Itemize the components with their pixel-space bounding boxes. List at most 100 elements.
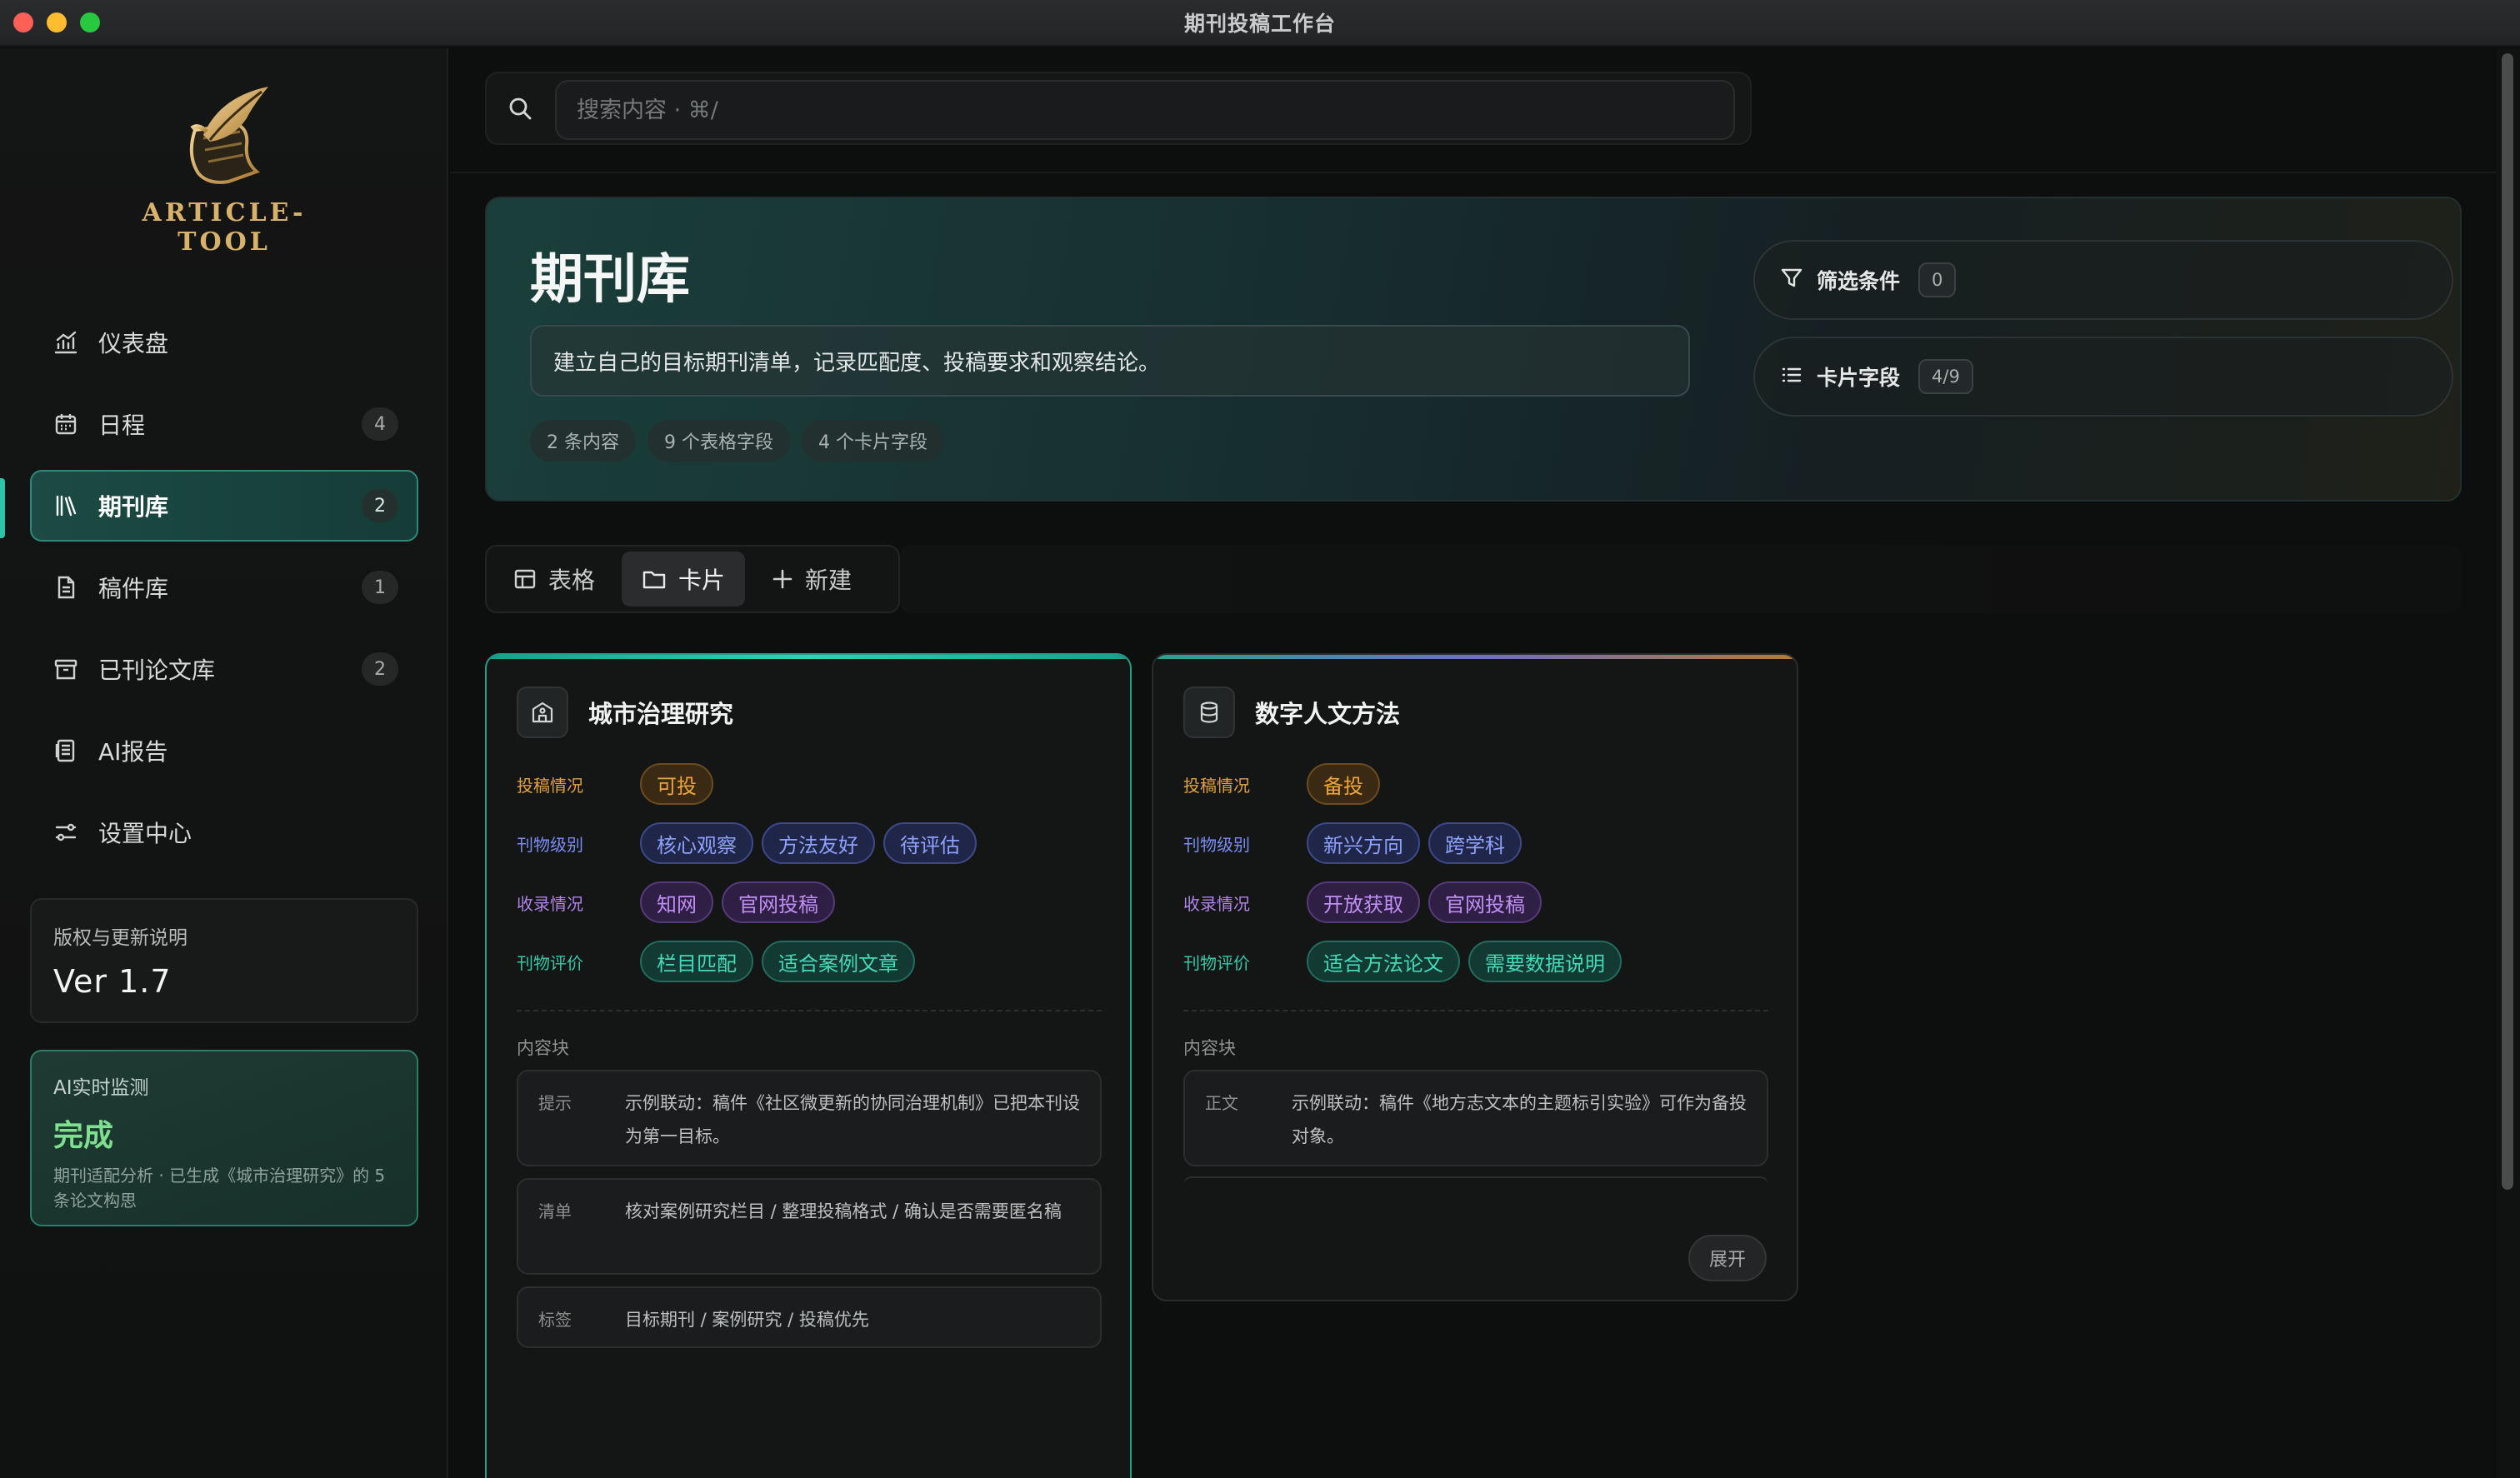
field-journal-level: 刊物级别 新兴方向 跨学科 [1183, 822, 1522, 864]
plus-icon [772, 568, 793, 590]
table-icon [513, 567, 537, 591]
sidebar-item-label: 设置中心 [98, 820, 192, 847]
version-value: Ver 1.7 [53, 963, 172, 1000]
calendar-icon [52, 410, 80, 438]
field-label: 收录情况 [1183, 893, 1250, 914]
sidebar-item-label: 日程 [98, 412, 146, 439]
close-window-button[interactable] [13, 12, 33, 32]
version-info[interactable]: 版权与更新说明 Ver 1.7 [30, 898, 418, 1023]
sidebar-nav: 仪表盘 日程 4 期刊库 2 稿件库 1 已刊论文库 2 AI报告 设置中心 [30, 307, 418, 878]
sidebar-item-journal-library[interactable]: 期刊库 2 [30, 470, 418, 542]
sidebar-item-manuscripts[interactable]: 稿件库 1 [30, 552, 418, 623]
block-key: 提示 [538, 1093, 572, 1113]
tag: 可投 [640, 763, 713, 805]
quill-scroll-logo-icon [189, 87, 268, 184]
field-evaluation: 刊物评价 适合方法论文 需要数据说明 [1183, 941, 1622, 982]
card-view-label: 卡片 [678, 567, 726, 594]
tag: 需要数据说明 [1468, 941, 1622, 982]
app-logo[interactable]: ARTICLE-TOOL [108, 80, 340, 257]
content-block[interactable]: 清单 核对案例研究栏目 / 整理投稿格式 / 确认是否需要匿名稿 [517, 1178, 1102, 1275]
count-badge: 1 [362, 571, 398, 604]
tag: 栏目匹配 [640, 941, 753, 982]
tag: 官网投稿 [722, 881, 835, 923]
tag: 方法友好 [762, 822, 875, 864]
sidebar: ARTICLE-TOOL 仪表盘 日程 4 期刊库 2 稿件库 1 已刊论文库 … [0, 48, 448, 1478]
search-icon [507, 95, 535, 127]
tag: 核心观察 [640, 822, 753, 864]
card-view-button[interactable]: 卡片 [622, 552, 746, 607]
scrollbar-thumb[interactable] [2502, 53, 2513, 1190]
field-submission-status: 投稿情况 备投 [1183, 763, 1380, 805]
sidebar-item-ai-report[interactable]: AI报告 [30, 715, 418, 786]
zoom-window-button[interactable] [80, 12, 100, 32]
tag: 适合方法论文 [1307, 941, 1460, 982]
logo-text: ARTICLE-TOOL [142, 198, 307, 257]
sidebar-item-dashboard[interactable]: 仪表盘 [30, 307, 418, 378]
ai-monitor-label: AI实时监测 [53, 1077, 149, 1099]
stat-chip: 9 个表格字段 [648, 420, 790, 462]
card-header: 城市治理研究 [517, 687, 733, 738]
tag: 开放获取 [1307, 881, 1420, 923]
search-bar [485, 72, 1752, 145]
archive-icon [52, 655, 80, 683]
field-label: 刊物级别 [1183, 834, 1250, 855]
expand-button[interactable]: 展开 [1688, 1235, 1767, 1281]
new-item-label: 新建 [805, 567, 852, 594]
sidebar-item-label: 仪表盘 [98, 330, 169, 357]
active-indicator [0, 478, 5, 538]
count-badge: 2 [362, 652, 398, 686]
page-description: 建立自己的目标期刊清单，记录匹配度、投稿要求和观察结论。 [530, 325, 1690, 397]
folder-icon [642, 567, 667, 591]
title-bar: 期刊投稿工作台 [0, 0, 2520, 47]
journal-card[interactable]: 城市治理研究 投稿情况 可投 刊物级别 核心观察 方法友好 待评估 收录情况 知… [485, 653, 1132, 1478]
block-value: 核对案例研究栏目 / 整理投稿格式 / 确认是否需要匿名稿 [625, 1201, 1062, 1221]
block-value: 目标期刊 / 案例研究 / 投稿优先 [625, 1310, 869, 1330]
settings-sliders-icon [52, 818, 80, 846]
search-input[interactable] [555, 80, 1735, 140]
building-icon [517, 687, 568, 738]
count-badge: 4 [362, 407, 398, 441]
card-header: 数字人文方法 [1183, 687, 1400, 738]
report-icon [52, 737, 80, 765]
block-key: 清单 [538, 1201, 572, 1221]
document-icon [52, 573, 80, 602]
tag: 跨学科 [1428, 822, 1522, 864]
field-journal-level: 刊物级别 核心观察 方法友好 待评估 [517, 822, 977, 864]
field-label: 刊物评价 [517, 952, 583, 973]
tag: 适合案例文章 [762, 941, 915, 982]
content-block[interactable]: 提示 示例联动：稿件《社区微更新的协同治理机制》已把本刊设为第一目标。 [517, 1070, 1102, 1166]
chart-icon [52, 328, 80, 357]
filter-label: 筛选条件 [1817, 269, 1901, 293]
journal-card[interactable]: 数字人文方法 投稿情况 备投 刊物级别 新兴方向 跨学科 收录情况 开放获取 官… [1152, 653, 1798, 1301]
filter-count: 0 [1918, 262, 1957, 297]
library-icon [52, 492, 80, 520]
filter-button[interactable]: 筛选条件 0 [1753, 240, 2453, 320]
tag: 新兴方向 [1307, 822, 1420, 864]
content-block[interactable]: 标签 目标期刊 / 案例研究 / 投稿优先 [517, 1286, 1102, 1348]
ai-monitor-panel[interactable]: AI实时监测 完成 期刊适配分析 · 已生成《城市治理研究》的 5 条论文构思 [30, 1050, 418, 1226]
stat-chip: 2 条内容 [530, 420, 636, 462]
sidebar-item-label: 期刊库 [98, 493, 169, 521]
card-fields-button[interactable]: 卡片字段 4/9 [1753, 337, 2453, 417]
count-badge: 2 [362, 489, 398, 522]
sidebar-item-settings[interactable]: 设置中心 [30, 796, 418, 868]
database-icon [1183, 687, 1235, 738]
minimize-window-button[interactable] [47, 12, 67, 32]
field-evaluation: 刊物评价 栏目匹配 适合案例文章 [517, 941, 915, 982]
view-toggle: 表格 卡片 新建 [485, 545, 900, 613]
field-label: 投稿情况 [517, 775, 583, 796]
content-block[interactable]: 正文 示例联动：稿件《地方志文本的主题标引实验》可作为备投对象。 [1183, 1070, 1768, 1166]
filter-icon [1780, 267, 1803, 293]
header-divider [450, 172, 2500, 173]
card-accent-line [1153, 655, 1797, 659]
field-submission-status: 投稿情况 可投 [517, 763, 713, 805]
sidebar-item-schedule[interactable]: 日程 4 [30, 388, 418, 460]
list-icon [1780, 363, 1803, 390]
table-view-button[interactable]: 表格 [493, 552, 615, 607]
content-block-title: 内容块 [1183, 1038, 1236, 1058]
new-item-button[interactable]: 新建 [752, 552, 872, 607]
stats-chips: 2 条内容 9 个表格字段 4 个卡片字段 [530, 420, 944, 462]
card-title: 数字人文方法 [1255, 700, 1401, 728]
sidebar-item-published-papers[interactable]: 已刊论文库 2 [30, 633, 418, 705]
sidebar-item-label: 稿件库 [98, 575, 169, 602]
